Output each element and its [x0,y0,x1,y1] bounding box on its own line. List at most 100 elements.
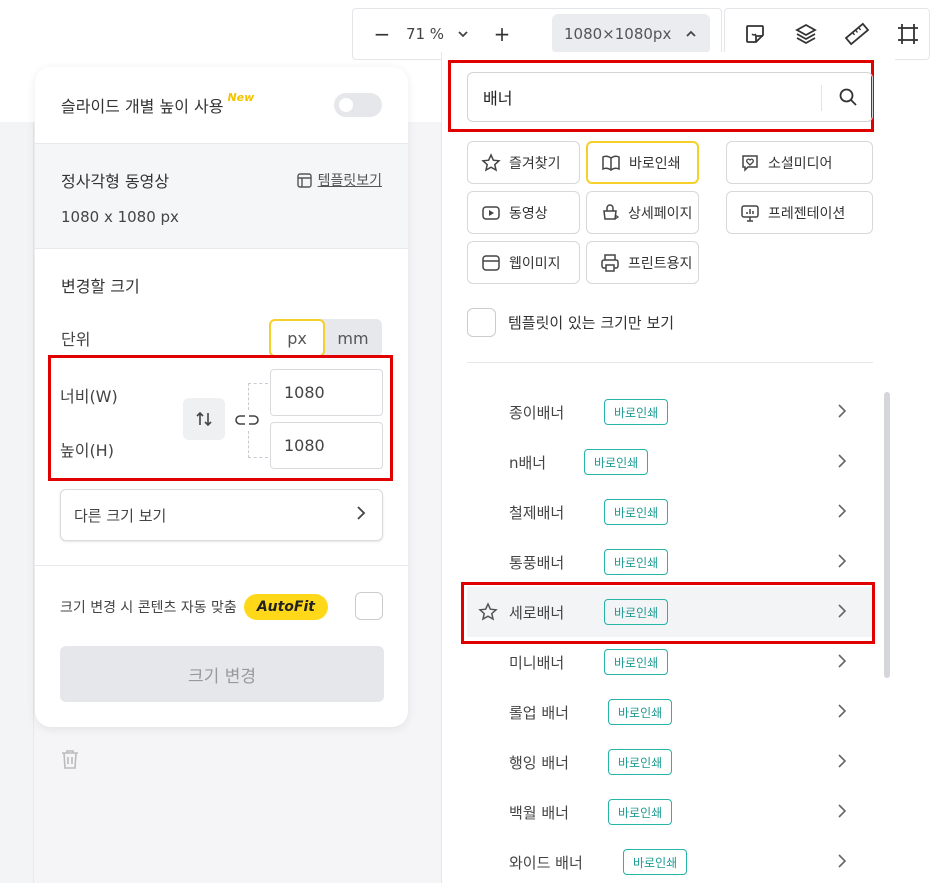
cart-icon [603,203,620,220]
resize-panel: 슬라이드 개별 높이 사용 New 정사각형 동영상 1080 x 1080 p… [35,67,408,727]
apply-resize-button[interactable]: 크기 변경 [60,646,384,702]
change-size-section: 변경할 크기 단위 px mm [35,249,408,357]
list-item-label: 통풍배너 [509,553,565,572]
zoom-in-button[interactable]: + [485,17,519,51]
list-item-label: 철제배너 [509,503,565,522]
zoom-value: 71 % [405,25,445,43]
list-item-label: 롤업 배너 [509,703,569,722]
unit-toggle: px mm [269,319,382,357]
list-item[interactable]: 와이드 배너 바로인쇄 [467,837,875,883]
template-view-link[interactable]: 템플릿보기 [296,170,382,190]
current-size-dims: 1080 x 1080 px [61,208,179,226]
category-label: 프레젠테이션 [768,205,846,222]
list-item[interactable]: 행잉 배너 바로인쇄 [467,737,875,787]
chevron-up-icon [686,30,696,37]
browser-icon [482,254,500,271]
width-label: 너비(W) [60,387,118,406]
swap-dimensions-button[interactable] [183,398,225,440]
print-badge: 바로인쇄 [604,649,669,675]
height-label: 높이(H) [60,441,114,460]
chevron-right-icon [838,754,847,768]
print-badge: 바로인쇄 [604,549,669,575]
width-input[interactable]: 1080 [270,369,383,416]
ruler-icon[interactable] [841,18,873,50]
print-badge: 바로인쇄 [608,799,673,825]
category-label: 바로인쇄 [629,155,681,172]
individual-height-label: 슬라이드 개별 높이 사용 [61,97,224,116]
category-print[interactable]: 바로인쇄 [586,141,699,184]
category-video[interactable]: 동영상 [467,191,580,234]
print-badge: 바로인쇄 [604,399,669,425]
canvas-size-select[interactable]: 1080×1080px [552,14,710,54]
chevron-right-icon [838,854,847,868]
category-presentation[interactable]: 프레젠테이션 [726,191,873,234]
trash-icon[interactable] [58,747,82,771]
individual-height-row: 슬라이드 개별 높이 사용 New [35,67,408,144]
search-value: 배너 [483,89,513,108]
unit-label: 단위 [61,330,91,349]
template-view-label: 템플릿보기 [317,173,382,189]
other-sizes-label: 다른 크기 보기 [74,506,167,525]
category-social[interactable]: 소셜미디어 [726,141,873,184]
list-item[interactable]: 통풍배너 바로인쇄 [467,537,875,587]
search-icon[interactable] [838,87,858,107]
print-badge: 바로인쇄 [604,499,669,525]
list-scrollbar[interactable] [884,392,890,678]
chevron-right-icon [838,554,847,568]
layers-icon[interactable] [790,18,822,50]
crop-icon[interactable] [892,18,924,50]
zoom-dropdown-button[interactable] [451,17,475,51]
category-favorites[interactable]: 즐겨찾기 [467,141,580,184]
list-item[interactable]: 롤업 배너 바로인쇄 [467,687,875,737]
category-label: 프린트용지 [628,255,693,272]
book-icon [602,154,620,171]
printer-icon [601,253,619,272]
category-label: 즐겨찾기 [509,155,561,172]
link-ratio-icon[interactable] [233,406,261,434]
star-icon [481,152,501,171]
sticker-icon[interactable] [739,18,771,50]
list-item[interactable]: 백월 배너 바로인쇄 [467,787,875,837]
right-strip [895,52,930,883]
list-item-label: n배너 [509,453,547,472]
link-bracket-bottom [248,431,268,458]
presentation-icon [741,204,759,222]
individual-height-toggle[interactable] [334,93,382,117]
category-web-image[interactable]: 웹이미지 [467,241,580,284]
selected-item-highlight [461,582,875,644]
autofit-badge: AutoFit [243,594,328,620]
print-badge: 바로인쇄 [608,699,673,725]
list-item[interactable]: 종이배너 바로인쇄 [467,387,875,437]
print-badge: 바로인쇄 [608,749,673,775]
list-item[interactable]: 철제배너 바로인쇄 [467,487,875,537]
panel-divider [35,565,408,566]
template-icon [296,172,312,188]
category-label: 웹이미지 [509,255,561,272]
size-search-panel: 배너 즐겨찾기 바로인쇄 소셜미디어 동영상 상세페이지 프레젠테이션 웹이미지… [441,52,895,883]
chevron-right-icon [838,654,847,668]
list-item-label: 백월 배너 [509,803,569,822]
other-sizes-button[interactable]: 다른 크기 보기 [60,489,383,541]
template-only-label: 템플릿이 있는 크기만 보기 [508,314,675,332]
list-item[interactable]: 미니배너 바로인쇄 [467,637,875,687]
chevron-right-icon [838,454,847,468]
template-only-checkbox[interactable] [467,308,496,337]
zoom-out-button[interactable]: − [365,17,399,51]
category-label: 소셜미디어 [768,155,833,172]
current-size-section: 정사각형 동영상 1080 x 1080 px 템플릿보기 [35,144,408,249]
autofit-checkbox[interactable] [355,592,383,620]
template-only-row[interactable]: 템플릿이 있는 크기만 보기 [467,308,674,337]
size-search-input[interactable]: 배너 [467,72,873,122]
category-print-paper[interactable]: 프린트용지 [586,241,699,284]
autofit-row: 크기 변경 시 콘텐츠 자동 맞춤 AutoFit [60,592,383,622]
chevron-right-icon [838,704,847,718]
toggle-knob [339,98,353,112]
list-item[interactable]: n배너 바로인쇄 [467,437,875,487]
height-input[interactable]: 1080 [270,422,383,469]
category-detail-page[interactable]: 상세페이지 [586,191,699,234]
unit-px-option[interactable]: px [269,319,325,357]
chevron-down-icon [458,31,468,38]
unit-mm-option[interactable]: mm [325,319,381,357]
list-item-label: 미니배너 [509,653,565,672]
unit-row: 단위 px mm [61,319,382,357]
